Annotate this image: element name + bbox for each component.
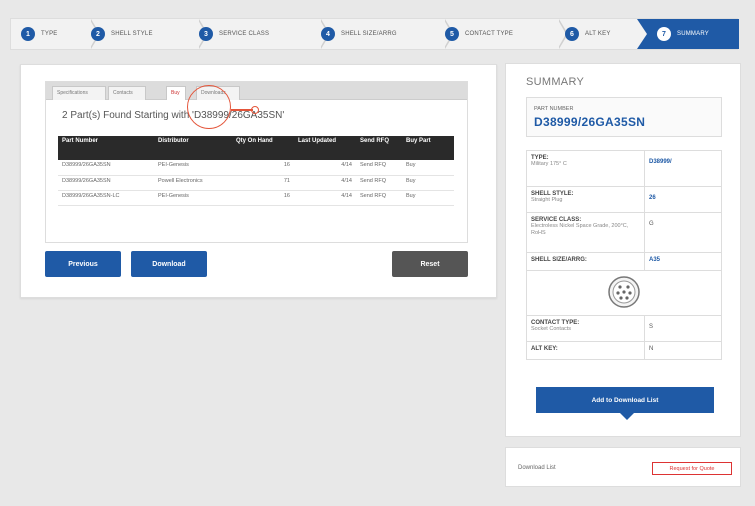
summary-value-service-class: G <box>644 212 722 253</box>
cell-qty: 16 <box>232 190 294 206</box>
step-label-type: TYPE <box>41 31 58 37</box>
reset-button[interactable]: Reset <box>392 251 468 277</box>
download-button[interactable]: Download <box>131 251 207 277</box>
step-label-contact-type: CONTACT TYPE <box>465 31 514 37</box>
col-distributor: Distributor <box>154 136 232 160</box>
cell-part-number: D38999/26GA35SN <box>58 175 154 191</box>
part-number-label: PART NUMBER <box>534 106 574 112</box>
cell-distributor: PEI-Genesis <box>154 160 232 176</box>
buy-link[interactable]: Buy <box>402 190 454 206</box>
summary-row-connector-image <box>526 270 722 316</box>
step-number-4: 4 <box>321 27 335 41</box>
results-table: Part Number Distributor Qty On Hand Last… <box>58 136 454 206</box>
summary-value-shell-size: A35 <box>644 252 722 271</box>
step-number-6: 6 <box>565 27 579 41</box>
step-label-shell-style: SHELL STYLE <box>111 31 153 37</box>
step-contact-type[interactable]: 5 CONTACT TYPE <box>445 19 568 49</box>
buy-link[interactable]: Buy <box>402 160 454 176</box>
send-rfq-link[interactable]: Send RFQ <box>356 175 402 191</box>
highlight-pointer-line <box>231 109 253 111</box>
tab-specifications[interactable]: Specifications <box>52 86 106 100</box>
col-buy-part: Buy Part <box>402 136 454 160</box>
col-send-rfq: Send RFQ <box>356 136 402 160</box>
cell-distributor: Powell Electronics <box>154 175 232 191</box>
summary-label-alt-key: ALT KEY: <box>531 346 558 352</box>
summary-table: TYPE: Military 175° C D38999/ SHELL STYLE… <box>526 150 722 360</box>
step-label-shell-size: SHELL SIZE/ARRG <box>341 31 397 37</box>
step-number-3: 3 <box>199 27 213 41</box>
step-shell-style[interactable]: 2 SHELL STYLE <box>91 19 208 49</box>
main-panel: Specifications Contacts Buy Downloads 2 … <box>20 64 497 298</box>
highlight-pointer-dot <box>251 106 259 114</box>
summary-value-shell-style: 26 <box>644 186 722 213</box>
step-service-class[interactable]: 3 SERVICE CLASS <box>199 19 330 49</box>
cell-qty: 16 <box>232 160 294 176</box>
connector-face-icon <box>608 276 640 308</box>
wizard-step-bar: 1 TYPE 2 SHELL STYLE 3 SERVICE CLASS 4 SHELL… <box>10 18 739 50</box>
step-alt-key[interactable]: 6 ALT KEY <box>565 19 645 49</box>
table-row: D38999/26GA35SN PEI-Genesis 16 4/14 Send… <box>58 160 454 176</box>
cell-distributor: PEI-Genesis <box>154 190 232 206</box>
summary-desc-service-class: Electroless Nickel Space Grade, 200°C, R… <box>531 223 629 237</box>
table-row: D38999/26GA35SN Powell Electronics 71 4/… <box>58 175 454 191</box>
summary-row-alt-key: ALT KEY: N <box>526 341 722 360</box>
summary-row-service-class: SERVICE CLASS: Electroless Nickel Space G… <box>526 212 722 253</box>
tab-buy[interactable]: Buy <box>166 86 186 100</box>
summary-desc-type: Military 175° C <box>531 161 567 167</box>
tab-bar: Specifications Contacts Buy Downloads <box>46 82 467 100</box>
request-for-quote-button[interactable]: Request for Quote <box>652 462 732 475</box>
part-number-box: PART NUMBER D38999/26GA35SN <box>526 97 722 137</box>
summary-value-alt-key: N <box>644 341 722 360</box>
step-number-7: 7 <box>657 27 671 41</box>
download-list-label: Download List <box>518 465 556 471</box>
step-label-service-class: SERVICE CLASS <box>219 31 270 37</box>
step-summary[interactable]: 7 SUMMARY <box>657 19 739 49</box>
summary-label-shell-size: SHELL SIZE/ARRG: <box>531 257 587 263</box>
send-rfq-link[interactable]: Send RFQ <box>356 160 402 176</box>
step-number-2: 2 <box>91 27 105 41</box>
cell-updated: 4/14 <box>294 160 356 176</box>
summary-row-shell-style: SHELL STYLE: Straight Plug 26 <box>526 186 722 213</box>
summary-panel: SUMMARY PART NUMBER D38999/26GA35SN TYPE… <box>505 63 741 437</box>
step-number-5: 5 <box>445 27 459 41</box>
summary-row-shell-size: SHELL SIZE/ARRG: A35 <box>526 252 722 271</box>
tab-downloads[interactable]: Downloads <box>196 86 240 100</box>
summary-desc-shell-style: Straight Plug <box>531 197 563 203</box>
cell-part-number: D38999/26GA35SN-LC <box>58 190 154 206</box>
send-rfq-link[interactable]: Send RFQ <box>356 190 402 206</box>
add-to-download-list-button[interactable]: Add to Download List <box>536 387 714 420</box>
summary-value-contact-type: S <box>644 315 722 342</box>
summary-row-contact-type: CONTACT TYPE: Socket Contacts S <box>526 315 722 342</box>
step-label-summary: SUMMARY <box>677 31 709 37</box>
results-panel: Specifications Contacts Buy Downloads 2 … <box>45 81 468 243</box>
cell-qty: 71 <box>232 175 294 191</box>
table-row: D38999/26GA35SN-LC PEI-Genesis 16 4/14 S… <box>58 190 454 206</box>
step-number-1: 1 <box>21 27 35 41</box>
tab-contacts[interactable]: Contacts <box>108 86 146 100</box>
summary-row-type: TYPE: Military 175° C D38999/ <box>526 150 722 187</box>
step-shell-size[interactable]: 4 SHELL SIZE/ARRG <box>321 19 454 49</box>
summary-title: SUMMARY <box>526 76 585 88</box>
col-qty-on-hand: Qty On Hand <box>232 136 294 160</box>
download-list-panel: Download List Request for Quote <box>505 447 741 487</box>
step-type[interactable]: 1 TYPE <box>21 19 100 49</box>
part-number-value: D38999/26GA35SN <box>534 115 646 129</box>
col-part-number: Part Number <box>58 136 154 160</box>
previous-button[interactable]: Previous <box>45 251 121 277</box>
summary-value-type: D38999/ <box>644 150 722 187</box>
table-header-row: Part Number Distributor Qty On Hand Last… <box>58 136 454 160</box>
cell-part-number: D38999/26GA35SN <box>58 160 154 176</box>
step-label-alt-key: ALT KEY <box>585 31 611 37</box>
summary-desc-contact-type: Socket Contacts <box>531 326 572 332</box>
buy-link[interactable]: Buy <box>402 175 454 191</box>
cell-updated: 4/14 <box>294 190 356 206</box>
col-last-updated: Last Updated <box>294 136 356 160</box>
cell-updated: 4/14 <box>294 175 356 191</box>
